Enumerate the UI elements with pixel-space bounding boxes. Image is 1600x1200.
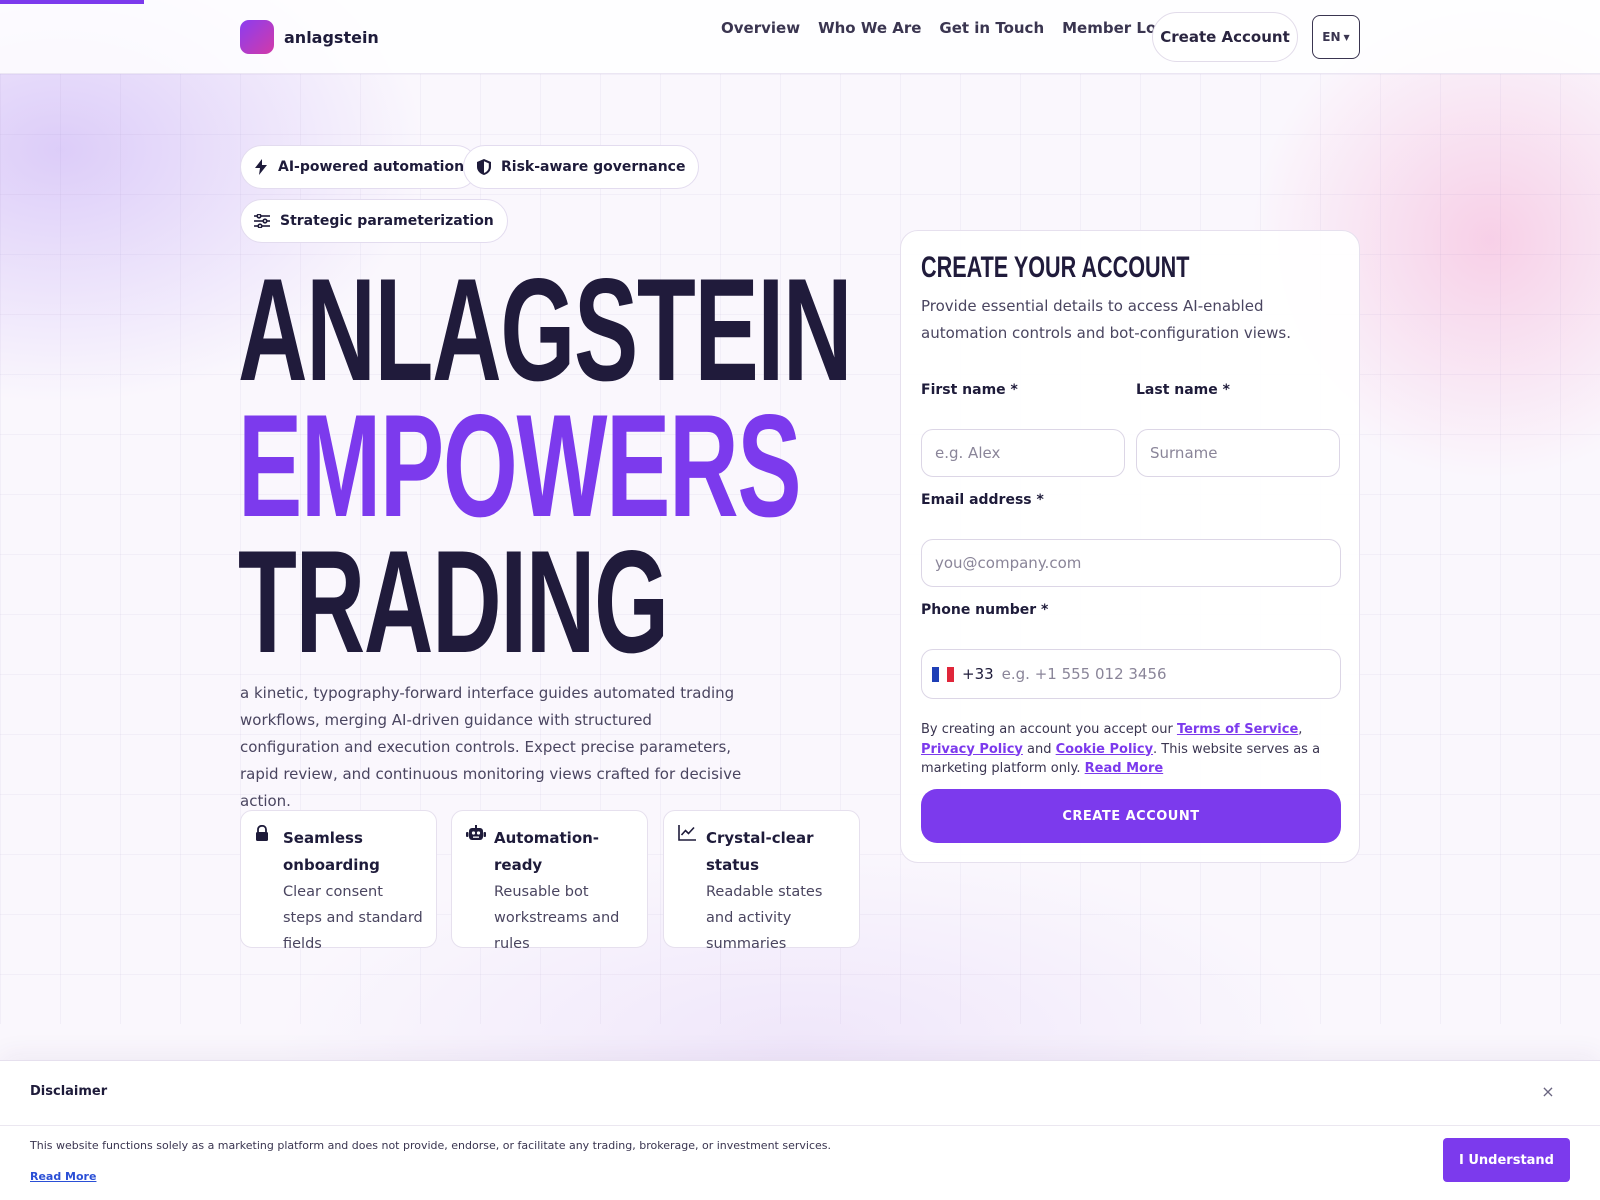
main-nav: Overview Who We Are Get in Touch Member …	[721, 19, 1183, 37]
chevron-down-icon: ▼	[1343, 32, 1350, 42]
consent-and: and	[1022, 741, 1056, 757]
last-name-label: Last name *	[1136, 382, 1230, 398]
consent-comma: ,	[1298, 722, 1303, 737]
robot-icon	[466, 825, 486, 840]
first-name-input[interactable]	[921, 429, 1125, 477]
email-input[interactable]	[921, 539, 1341, 587]
feature-desc: Reusable bot workstreams and rules	[494, 884, 620, 952]
pill-risk-governance: Risk-aware governance	[463, 145, 700, 189]
chart-line-icon	[678, 825, 696, 841]
email-label: Email address *	[921, 492, 1044, 508]
disclaimer-understand-button[interactable]: I Understand	[1443, 1138, 1570, 1182]
language-selector[interactable]: EN ▼	[1312, 15, 1360, 59]
read-more-link[interactable]: Read More	[1085, 761, 1164, 776]
first-name-label: First name *	[921, 382, 1018, 398]
nav-get-in-touch[interactable]: Get in Touch	[939, 19, 1044, 37]
feature-title: Crystal-clear status	[706, 829, 814, 874]
consent-text: By creating an account you accept our Te…	[921, 720, 1341, 779]
nav-who-we-are[interactable]: Who We Are	[818, 19, 921, 37]
feature-desc: Readable states and activity summaries	[706, 884, 823, 952]
feature-title: Seamless onboarding	[283, 829, 380, 874]
brand-name: anlagstein	[284, 27, 379, 47]
consent-prefix: By creating an account you accept our	[921, 722, 1177, 737]
logo-mark-icon	[240, 20, 274, 54]
pill-strategic-parameterization: Strategic parameterization	[240, 199, 508, 243]
feature-card-automation: Automation-ready Reusable bot workstream…	[451, 810, 648, 952]
disclaimer-header: Disclaimer ×	[0, 1061, 1600, 1126]
shield-icon	[477, 159, 491, 175]
hero-intro: a kinetic, typography-forward interface …	[240, 684, 742, 810]
feature-card-status: Crystal-clear status Readable states and…	[663, 810, 860, 952]
lock-icon	[256, 825, 268, 841]
disclaimer-banner: Disclaimer × This website functions sole…	[0, 1060, 1600, 1200]
form-subtitle: Provide essential details to access AI-e…	[921, 297, 1292, 342]
language-code: EN	[1322, 30, 1341, 44]
close-icon[interactable]: ×	[1538, 1081, 1558, 1101]
feature-desc: Clear consent steps and standard fields	[283, 884, 423, 952]
france-flag-icon[interactable]	[932, 666, 954, 682]
signup-form-card: CREATE YOUR ACCOUNT Provide essential de…	[900, 230, 1360, 863]
brand-logo[interactable]: anlagstein	[240, 20, 379, 54]
header-create-account-button[interactable]: Create Account	[1152, 12, 1298, 62]
pill-label: AI-powered automation	[278, 159, 465, 175]
disclaimer-text: This website functions solely as a marke…	[30, 1139, 831, 1152]
nav-overview[interactable]: Overview	[721, 19, 800, 37]
phone-input[interactable]	[1001, 650, 1340, 698]
headline-line-2: EMPOWERS	[238, 384, 802, 547]
headline-line-1: ANLAGSTEIN	[238, 248, 852, 411]
feature-card-onboarding: Seamless onboarding Clear consent steps …	[240, 810, 437, 952]
phone-label: Phone number *	[921, 602, 1049, 618]
feature-title: Automation-ready	[494, 829, 600, 874]
create-account-submit-button[interactable]: CREATE ACCOUNT	[921, 789, 1341, 843]
disclaimer-read-more-link[interactable]: Read More	[30, 1170, 96, 1183]
phone-field: +33	[921, 649, 1341, 699]
pill-label: Risk-aware governance	[501, 159, 686, 175]
cookie-link[interactable]: Cookie Policy	[1056, 742, 1153, 757]
site-header: anlagstein Overview Who We Are Get in To…	[0, 0, 1600, 74]
pill-label: Strategic parameterization	[280, 213, 494, 229]
terms-link[interactable]: Terms of Service	[1177, 722, 1298, 737]
scroll-progress-bar	[0, 0, 144, 4]
privacy-link[interactable]: Privacy Policy	[921, 742, 1023, 757]
sliders-icon	[254, 214, 270, 228]
headline-line-3: TRADING	[238, 520, 669, 683]
lightning-icon	[255, 159, 267, 175]
last-name-input[interactable]	[1136, 429, 1340, 477]
pill-ai-automation: AI-powered automation	[240, 145, 479, 189]
dial-code: +33	[962, 665, 994, 683]
form-title: CREATE YOUR ACCOUNT	[921, 251, 1190, 284]
disclaimer-title: Disclaimer	[30, 1084, 108, 1099]
